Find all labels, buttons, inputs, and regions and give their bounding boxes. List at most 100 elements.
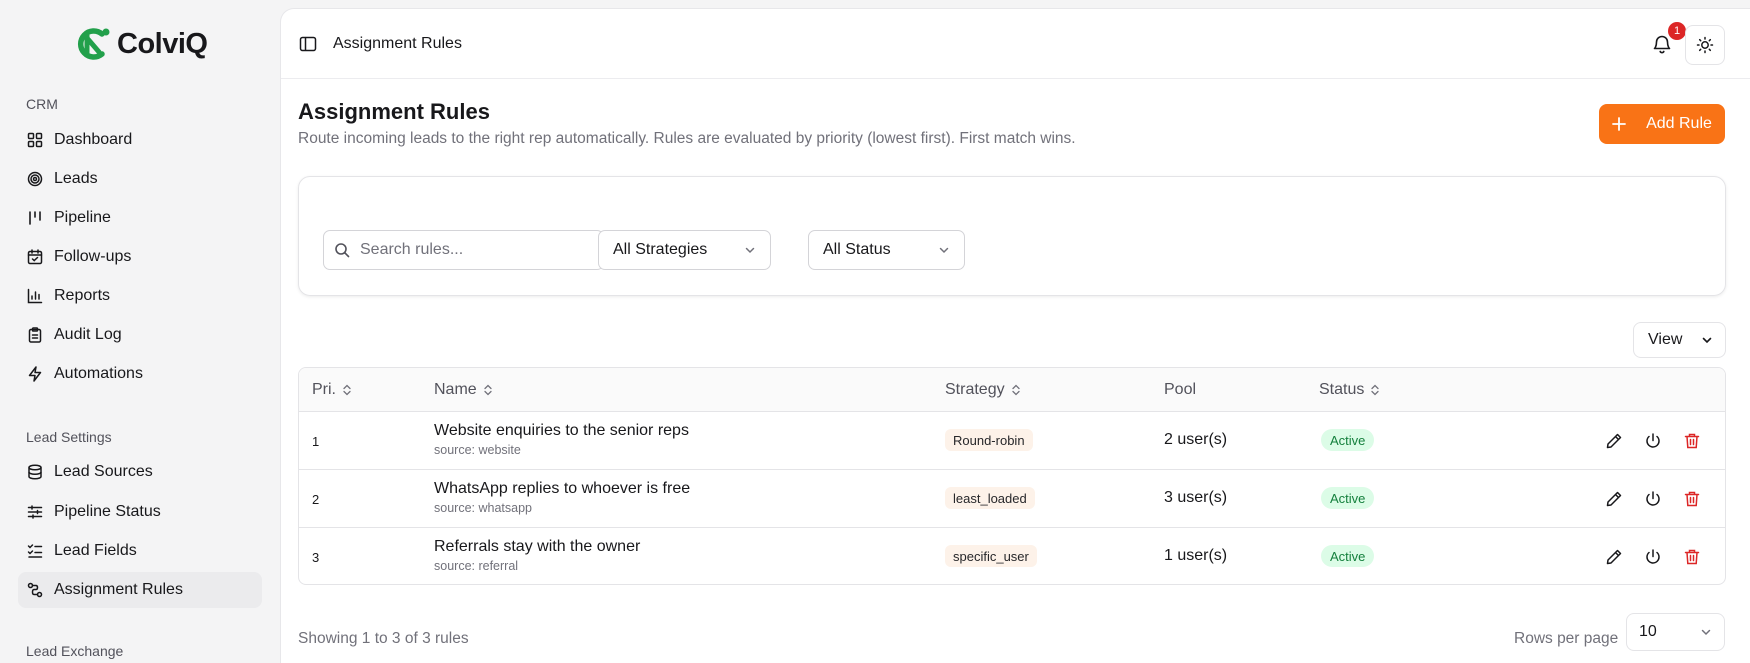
strategy-chip: Round-robin: [945, 429, 1033, 451]
sidebar: ColviQ CRM Dashboard Leads Pipeline Foll…: [0, 0, 280, 663]
strategy-filter-value: All Strategies: [613, 241, 708, 258]
add-rule-label: Add Rule: [1646, 115, 1712, 132]
sidebar-item-pipeline[interactable]: Pipeline: [18, 200, 262, 236]
trash-icon[interactable]: [1682, 431, 1702, 451]
calendar-check-icon: [27, 249, 43, 265]
trash-icon[interactable]: [1682, 547, 1702, 567]
sidebar-item-label: Lead Fields: [54, 542, 137, 559]
zap-icon: [27, 366, 43, 382]
brand-name: ColviQ: [117, 27, 208, 60]
sidebar-section-lead-exchange: Lead Exchange: [26, 643, 124, 659]
breadcrumb-title: Assignment Rules: [333, 35, 462, 52]
sidebar-item-lead-sources[interactable]: Lead Sources: [18, 454, 262, 490]
target-icon: [27, 171, 43, 187]
sidebar-item-follow-ups[interactable]: Follow-ups: [18, 239, 262, 275]
table-row[interactable]: 2 WhatsApp replies to whoever is free so…: [299, 470, 1725, 528]
search-icon: [335, 243, 350, 258]
sidebar-item-label: Pipeline: [54, 209, 111, 226]
sidebar-item-lead-fields[interactable]: Lead Fields: [18, 533, 262, 569]
notification-badge: 1: [1668, 22, 1686, 40]
rules-table: Pri. Name Strategy Pool Status 1 Website…: [298, 367, 1726, 585]
filter-card: All Strategies All Status: [298, 176, 1726, 296]
sidebar-item-label: Reports: [54, 287, 111, 304]
route-icon: [27, 582, 43, 598]
column-strategy[interactable]: Strategy: [945, 381, 1021, 399]
rule-name-cell: Website enquiries to the senior reps sou…: [434, 422, 689, 457]
sidebar-item-leads[interactable]: Leads: [18, 161, 262, 197]
sidebar-section-crm: CRM: [26, 96, 58, 112]
sidebar-item-label: Pipeline Status: [54, 503, 161, 520]
rule-name: WhatsApp replies to whoever is free: [434, 480, 691, 497]
sidebar-toggle-icon[interactable]: [299, 35, 317, 53]
rule-priority: 1: [312, 434, 320, 449]
rule-name: Website enquiries to the senior reps: [434, 422, 689, 439]
sidebar-item-label: Audit Log: [54, 326, 122, 343]
column-priority-label: Pri.: [312, 381, 336, 398]
sun-icon: [1696, 36, 1714, 54]
view-options-button[interactable]: View: [1633, 322, 1726, 358]
sidebar-section-lead-settings: Lead Settings: [26, 429, 112, 445]
status-filter-select[interactable]: All Status: [808, 230, 965, 270]
page-title: Assignment Rules: [298, 99, 490, 124]
sidebar-item-label: Dashboard: [54, 131, 133, 148]
sidebar-item-audit-log[interactable]: Audit Log: [18, 317, 262, 353]
chevron-down-icon: [1702, 337, 1712, 344]
trash-icon[interactable]: [1682, 489, 1702, 509]
logo-mark-icon: [77, 28, 110, 60]
rule-source: source: whatsapp: [434, 501, 532, 515]
sidebar-item-label: Follow-ups: [54, 248, 132, 265]
column-status[interactable]: Status: [1319, 381, 1380, 399]
column-pool: Pool: [1164, 381, 1196, 399]
strategy-chip: least_loaded: [945, 487, 1035, 509]
rule-name-cell: WhatsApp replies to whoever is free sour…: [434, 480, 690, 515]
chevron-down-icon: [745, 247, 755, 254]
sidebar-item-label: Assignment Rules: [54, 581, 183, 598]
edit-icon[interactable]: [1604, 547, 1624, 567]
edit-icon[interactable]: [1604, 489, 1624, 509]
sidebar-item-dashboard[interactable]: Dashboard: [18, 122, 262, 158]
strategy-filter-select[interactable]: All Strategies: [598, 230, 771, 270]
table-row[interactable]: 1 Website enquiries to the senior reps s…: [299, 412, 1725, 470]
search-input[interactable]: [360, 241, 590, 259]
sidebar-item-label: Lead Sources: [54, 463, 153, 480]
chevron-down-icon: [939, 247, 949, 254]
edit-icon[interactable]: [1604, 431, 1624, 451]
status-badge: Active: [1321, 487, 1375, 509]
top-bar: Assignment Rules 1: [281, 9, 1750, 79]
page-subtitle: Route incoming leads to the right rep au…: [298, 130, 1076, 147]
power-icon[interactable]: [1643, 431, 1663, 451]
status-badge: Active: [1321, 545, 1375, 567]
rule-pool: 1 user(s): [1164, 547, 1228, 564]
table-row[interactable]: 3 Referrals stay with the owner source: …: [299, 528, 1725, 584]
sidebar-item-assignment-rules[interactable]: Assignment Rules: [18, 572, 262, 608]
rule-source: source: website: [434, 443, 521, 457]
rows-per-page-value: 10: [1639, 623, 1657, 640]
column-priority[interactable]: Pri.: [312, 381, 352, 399]
pagination-summary: Showing 1 to 3 of 3 rules: [298, 630, 469, 647]
view-label: View: [1648, 331, 1683, 348]
search-field[interactable]: [323, 230, 604, 270]
status-badge: Active: [1321, 429, 1375, 451]
status-filter-value: All Status: [823, 241, 891, 258]
rule-source: source: referral: [434, 559, 519, 573]
rule-pool: 3 user(s): [1164, 489, 1228, 506]
power-icon[interactable]: [1643, 489, 1663, 509]
rule-name: Referrals stay with the owner: [434, 538, 641, 555]
chevron-down-icon: [1701, 629, 1711, 636]
sort-icon: [1371, 384, 1380, 396]
add-rule-button[interactable]: Add Rule: [1599, 104, 1725, 144]
power-icon[interactable]: [1643, 547, 1663, 567]
theme-toggle-button[interactable]: [1685, 25, 1725, 65]
pipeline-icon: [27, 210, 43, 226]
column-pool-label: Pool: [1164, 381, 1197, 398]
column-name-label: Name: [434, 381, 477, 398]
sort-icon: [343, 384, 351, 396]
rows-per-page-select[interactable]: 10: [1626, 613, 1725, 651]
brand-logo[interactable]: ColviQ: [75, 26, 208, 62]
sidebar-item-pipeline-status[interactable]: Pipeline Status: [18, 494, 262, 530]
table-header: Pri. Name Strategy Pool Status: [299, 368, 1725, 412]
sidebar-item-reports[interactable]: Reports: [18, 278, 262, 314]
rule-pool: 2 user(s): [1164, 431, 1228, 448]
column-name[interactable]: Name: [434, 381, 493, 399]
sidebar-item-automations[interactable]: Automations: [18, 356, 262, 392]
